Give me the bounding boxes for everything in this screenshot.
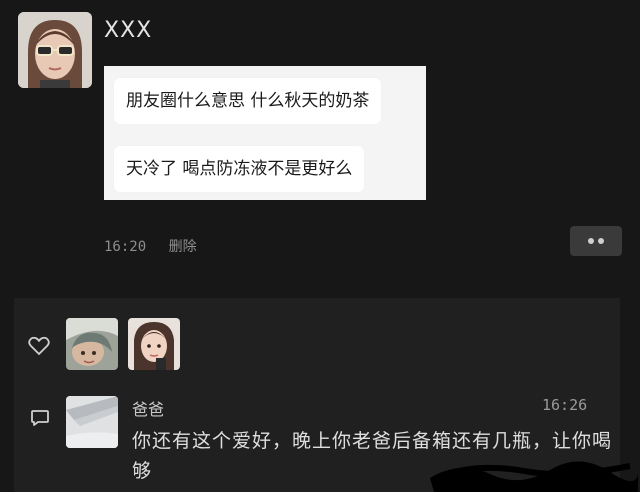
airplane-wing-avatar-icon (66, 396, 118, 448)
liker-avatar-2[interactable] (128, 318, 180, 370)
liker-avatar-2-icon (128, 318, 180, 370)
redaction-scribble (430, 461, 639, 492)
more-actions-button[interactable] (570, 226, 622, 256)
liker-avatar-1[interactable] (66, 318, 118, 370)
more-dot-icon (588, 238, 594, 244)
post-meta: 16:20 删除 (104, 236, 197, 256)
poster-avatar[interactable] (18, 12, 92, 88)
woman-sunglasses-avatar-icon (18, 12, 92, 88)
post-time: 16:20 (104, 239, 147, 255)
commenter-avatar[interactable] (66, 396, 118, 448)
liker-avatar-1-icon (66, 318, 118, 370)
message-bubble-1: 朋友圈什么意思 什么秋天的奶茶 (114, 78, 382, 124)
commenter-name[interactable]: 爸爸 (132, 396, 164, 420)
delete-link[interactable]: 删除 (169, 239, 197, 255)
moments-detail-screen: XXX 朋友圈什么意思 什么秋天的奶茶 天冷了 喝点防冻液不是更好么 16:20… (0, 0, 640, 492)
comment-time: 16:26 (542, 396, 588, 414)
comment-icon (31, 410, 49, 426)
heart-icon (28, 336, 50, 355)
poster-username[interactable]: XXX (104, 18, 152, 43)
post-image[interactable]: 朋友圈什么意思 什么秋天的奶茶 天冷了 喝点防冻液不是更好么 (104, 66, 426, 200)
message-bubble-2: 天冷了 喝点防冻液不是更好么 (114, 146, 365, 192)
more-dot-icon (598, 238, 604, 244)
